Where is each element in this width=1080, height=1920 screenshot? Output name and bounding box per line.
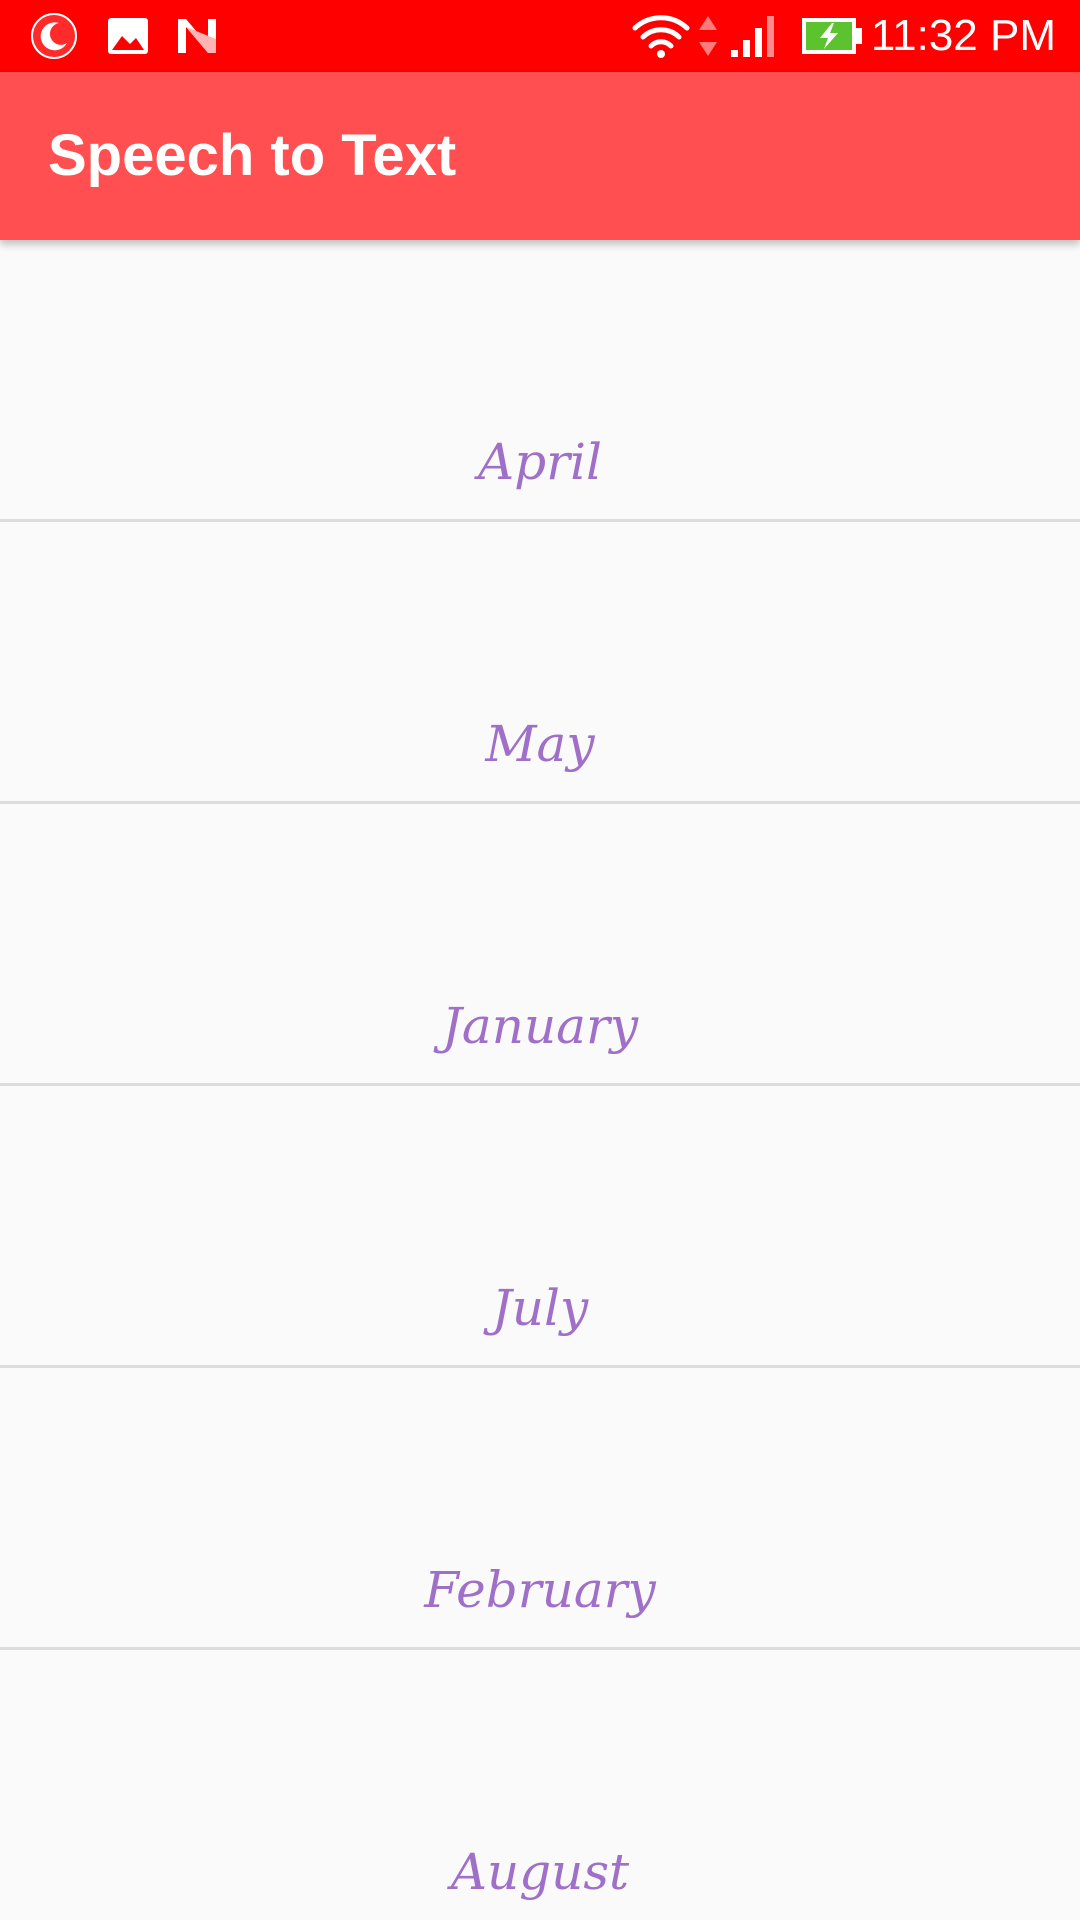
list-item-label: April	[478, 433, 602, 491]
page-title: Speech to Text	[48, 123, 457, 188]
list-item-label: July	[491, 1279, 589, 1337]
wifi-icon	[630, 12, 692, 60]
list-item-label: August	[450, 1843, 630, 1901]
list-item[interactable]: August	[0, 1650, 1080, 1920]
list-item[interactable]: April	[0, 240, 1080, 522]
status-bar: 11:32 PM	[0, 0, 1080, 72]
signal-icon	[728, 12, 780, 60]
status-time: 11:32 PM	[870, 11, 1056, 60]
list-item-label: February	[424, 1561, 656, 1619]
data-arrows-icon	[696, 12, 720, 60]
list-item[interactable]: February	[0, 1368, 1080, 1650]
list-item-label: May	[485, 715, 595, 773]
image-notification-icon	[104, 12, 152, 60]
battery-charging-icon	[800, 12, 866, 60]
list-item[interactable]: July	[0, 1086, 1080, 1368]
moon-notification-icon	[26, 12, 82, 60]
list-item-label: January	[441, 997, 639, 1055]
n-notification-icon	[172, 12, 222, 60]
list-item[interactable]: January	[0, 804, 1080, 1086]
month-list[interactable]: April May January July February August	[0, 240, 1080, 1920]
list-item[interactable]: May	[0, 522, 1080, 804]
app-bar: Speech to Text	[0, 72, 1080, 240]
